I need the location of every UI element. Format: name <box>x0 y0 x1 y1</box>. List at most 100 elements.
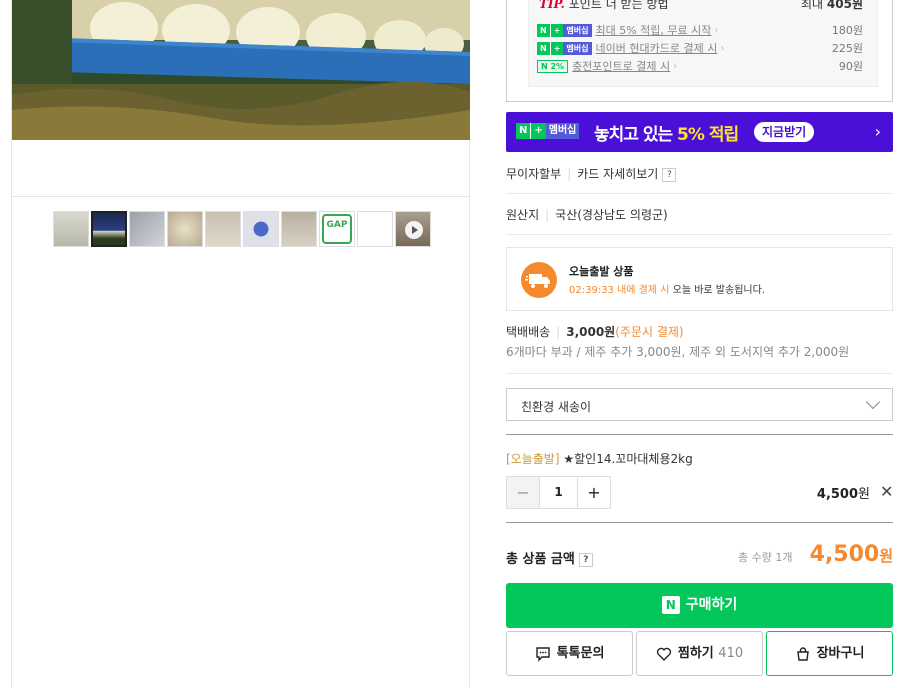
banner-text-prefix: 놓치고 있는 <box>594 125 673 145</box>
total-quantity: 총 수량 1개 <box>738 551 793 564</box>
tip-row-label[interactable]: 네이버 현대카드로 결제 시 <box>596 40 718 56</box>
banner-text-highlight: 5% 적립 <box>677 125 739 145</box>
tip-row-membership[interactable]: N + 멤버십 최대 5% 적립, 무료 시작 › 180원 <box>537 22 863 38</box>
thumbnail-gap-cert[interactable]: GAP <box>319 211 355 247</box>
cart-label: 장바구니 <box>816 646 865 661</box>
divider <box>506 373 893 374</box>
membership-banner[interactable]: N + 멤버십 놓치고 있는 5% 적립 지금받기 › <box>506 112 893 152</box>
chevron-down-icon <box>865 394 881 410</box>
divider <box>506 193 893 194</box>
badge-plus: + <box>530 123 546 139</box>
point-tip-inner: TIP. 포인트 더 받는 방법 최대 405원 N + 멤버십 최대 5% 적립, … <box>528 0 878 87</box>
badge-membership: 멤버십 <box>563 23 592 37</box>
divider <box>506 434 893 435</box>
selected-option-title: [오늘출발] ★할인14.꼬마대체용2kg <box>506 450 693 467</box>
remove-option-icon[interactable]: ✕ <box>880 482 893 501</box>
thumbnail[interactable] <box>205 211 241 247</box>
talktalk-label: 톡톡문의 <box>556 646 605 661</box>
tip-row-amount: 90원 <box>838 60 863 73</box>
badge-n: N <box>537 23 550 37</box>
thumbnail[interactable] <box>357 211 393 247</box>
delivery-fee-row: 택배배송 | 3,000원(주문시 결제) <box>506 323 684 340</box>
shipping-desc-text: 오늘 바로 발송됩니다. <box>672 285 765 296</box>
tip-row-amount: 180원 <box>831 24 863 37</box>
tip-row-charge-point[interactable]: N 2% 충전포인트로 결제 시 › 90원 <box>537 58 863 74</box>
shipping-countdown: 02:39:33 내에 결제 시 <box>569 285 670 296</box>
thumbnail[interactable] <box>129 211 165 247</box>
buy-now-label: 구매하기 <box>685 597 738 613</box>
tip-row-hyundai-card[interactable]: N + 멤버십 네이버 현대카드로 결제 시 › 225원 <box>537 40 863 56</box>
help-icon[interactable]: ? <box>662 167 677 182</box>
badge-n: N <box>516 123 531 139</box>
card-detail-link[interactable]: 카드 자세히보기 <box>577 167 658 181</box>
gap-badge: GAP <box>322 214 352 244</box>
quantity-value[interactable]: 1 <box>540 477 577 508</box>
today-ship-tag: [오늘출발] <box>506 452 560 466</box>
tip-max-amount: 405원 <box>826 0 863 11</box>
delivery-method: 택배배송 <box>506 325 551 339</box>
option-price-value: 4,500 <box>816 487 859 502</box>
chat-icon <box>535 646 550 662</box>
tip-title: TIP. 포인트 더 받는 방법 <box>539 0 669 12</box>
today-shipping-box: 오늘출발 상품 02:39:33 내에 결제 시 오늘 바로 발송됩니다. <box>506 247 893 311</box>
total-price-value: 4,500 <box>809 542 880 567</box>
play-icon <box>405 221 423 239</box>
installment-link[interactable]: 무이자할부 <box>506 167 561 181</box>
origin-value: 국산(경상남도 의령군) <box>555 208 668 222</box>
option-select-value: 친환경 새송이 <box>521 400 592 414</box>
tip-row-label[interactable]: 충전포인트로 결제 시 <box>572 58 670 74</box>
shopping-bag-icon <box>796 646 809 661</box>
help-icon[interactable]: ? <box>578 552 593 567</box>
point-tip-box: TIP. 포인트 더 받는 방법 최대 405원 N + 멤버십 최대 5% 적립, … <box>506 0 893 102</box>
thumbnail[interactable] <box>243 211 279 247</box>
chevron-right-icon: › <box>714 24 719 36</box>
product-gallery: GAP <box>11 0 470 688</box>
origin-row: 원산지 | 국산(경상남도 의령군) <box>506 206 893 223</box>
banner-text: 놓치고 있는 5% 적립 <box>594 120 739 145</box>
divider <box>506 234 893 235</box>
tip-max: 최대 405원 <box>801 0 863 12</box>
badge-n: N <box>537 41 550 55</box>
tip-max-prefix: 최대 <box>800 0 824 11</box>
heart-icon <box>656 647 671 661</box>
tip-title-text: 포인트 더 받는 방법 <box>568 0 669 11</box>
thumbnail[interactable] <box>53 211 89 247</box>
option-price-unit: 원 <box>858 487 870 502</box>
divider <box>506 522 893 523</box>
npay-membership-badge: N + 멤버십 <box>516 123 580 139</box>
delivery-paid-note: (주문시 결제) <box>615 325 684 339</box>
tip-row-amount: 225원 <box>831 42 863 55</box>
option-select[interactable]: 친환경 새송이 <box>506 388 893 421</box>
badge-plus: + <box>549 23 564 37</box>
talktalk-inquiry-button[interactable]: 톡톡문의 <box>506 631 633 676</box>
thumbnail-active[interactable] <box>91 211 127 247</box>
npay-membership-badge: N + 멤버십 <box>537 23 592 37</box>
npay-membership-badge: N + 멤버십 <box>537 41 592 55</box>
separator: | <box>567 167 572 181</box>
thumbnail-video[interactable] <box>395 211 431 247</box>
main-product-image <box>12 0 470 140</box>
banner-cta-pill[interactable]: 지금받기 <box>754 122 815 142</box>
quantity-increase-button[interactable]: + <box>577 477 610 508</box>
total-price: 4,500원 <box>810 542 893 567</box>
truck-icon <box>521 262 557 298</box>
thumbnail[interactable] <box>281 211 317 247</box>
badge-membership: 멤버십 <box>563 41 592 55</box>
selected-option-name: ★할인14.꼬마대체용2kg <box>563 452 693 466</box>
wishlist-button[interactable]: 찜하기 410 <box>636 631 763 676</box>
thumbnail-strip: GAP <box>53 211 431 247</box>
delivery-surcharge-note: 6개마다 부과 / 제주 추가 3,000원, 제주 외 도서지역 추가 2,0… <box>506 345 850 359</box>
thumbnail[interactable] <box>167 211 203 247</box>
quantity-decrease-button[interactable]: − <box>507 477 540 508</box>
total-label: 총 상품 금액? <box>506 548 593 567</box>
cart-button[interactable]: 장바구니 <box>766 631 893 676</box>
total-label-text: 총 상품 금액 <box>506 552 575 567</box>
tip-row-label[interactable]: 최대 5% 적립, 무료 시작 <box>596 22 712 38</box>
tip-word: TIP. <box>539 0 565 11</box>
badge-membership: 멤버십 <box>545 123 580 139</box>
today-shipping-desc: 02:39:33 내에 결제 시 오늘 바로 발송됩니다. <box>569 281 765 296</box>
buy-now-button[interactable]: N 구매하기 <box>506 583 893 628</box>
today-shipping-title: 오늘출발 상품 <box>569 265 634 278</box>
chevron-right-icon: › <box>874 122 881 141</box>
quantity-stepper: − 1 + <box>506 476 611 509</box>
